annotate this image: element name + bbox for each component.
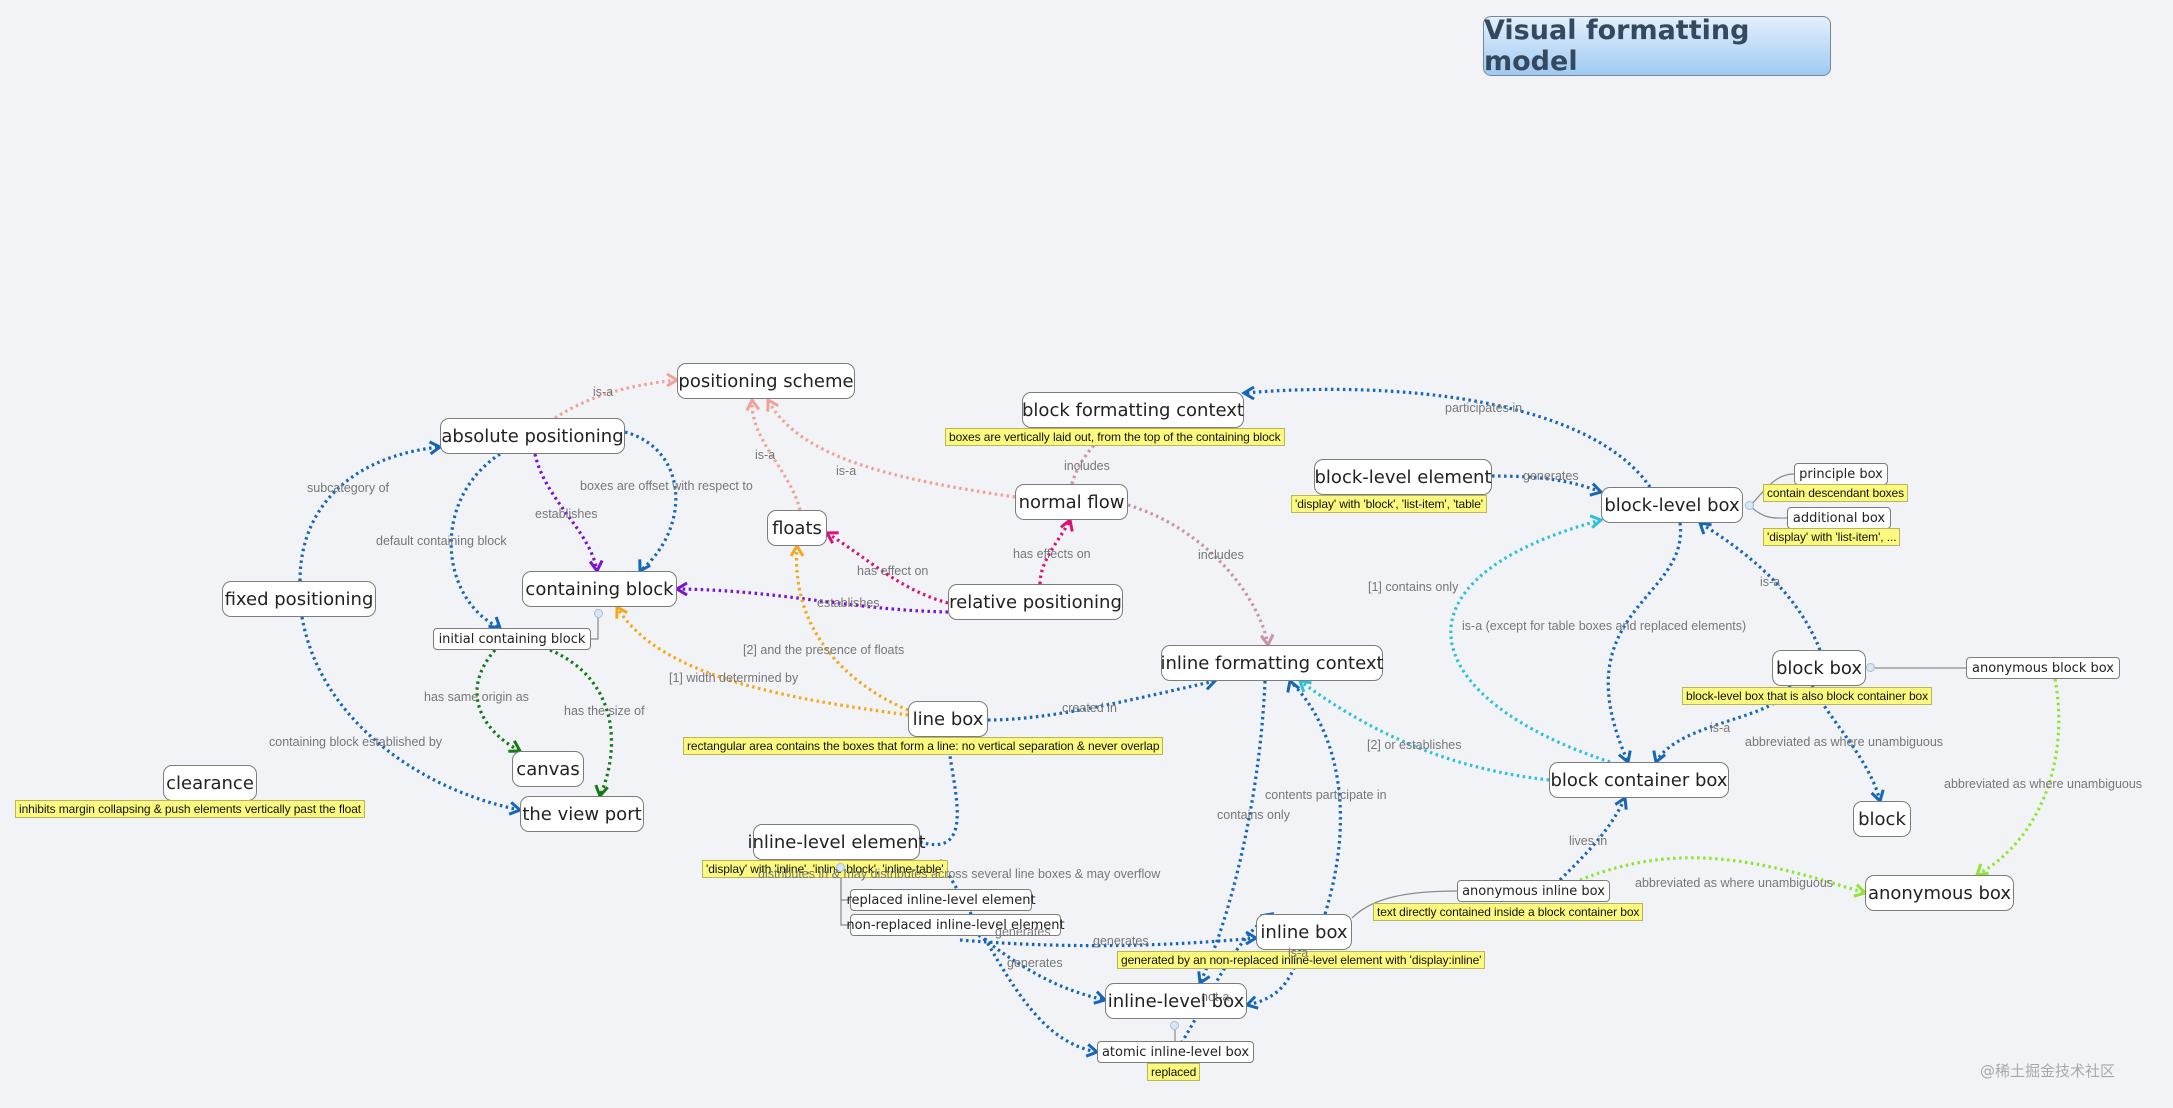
node-floats[interactable]: floats [767, 510, 827, 546]
collapse-toggle-block-box[interactable] [1866, 663, 1875, 672]
node-inline-formatting-context[interactable]: inline formatting context [1160, 645, 1384, 681]
edge-label-abbreviated-anonymous: abbreviated as where unambiguous [1944, 777, 2143, 791]
node-initial-containing-block[interactable]: initial containing block [433, 628, 591, 650]
edge-label-created-in: created in [1062, 701, 1117, 715]
node-block-level-element[interactable]: block-level element [1314, 459, 1492, 495]
node-normal-flow[interactable]: normal flow [1015, 484, 1128, 520]
edge-label-establishes: establishes [817, 596, 880, 610]
edge-fixed-subcategory-abs[interactable] [298, 445, 441, 582]
edge-abs-isa-positioning[interactable] [554, 378, 678, 420]
edge-label-width-determined-by: [1] width determined by [669, 671, 799, 685]
edge-label-offset-with-respect-to: boxes are offset with respect to [580, 479, 753, 493]
edge-label-generates: generates [995, 925, 1051, 939]
node-inline-level-element[interactable]: inline-level element [747, 824, 926, 860]
edge-label-is-a: is-a [593, 385, 614, 399]
edge-linebox-width-cb[interactable] [615, 606, 909, 717]
node-inline-box[interactable]: inline box [1256, 914, 1352, 950]
edge-label-is-a: is-a [1710, 721, 1731, 735]
node-relative-positioning[interactable]: relative positioning [948, 584, 1123, 620]
note-block-formatting-context: boxes are vertically laid out, from the … [945, 428, 1285, 446]
node-block-level-box[interactable]: block-level box [1601, 487, 1743, 523]
edge-label-participates-in: participates in [1445, 401, 1523, 415]
edge-label-includes: includes [1198, 548, 1244, 562]
edge-normal-includes-ifc[interactable] [1127, 503, 1270, 646]
note-block-box: block-level box that is also block conta… [1682, 687, 1932, 705]
node-containing-block[interactable]: containing block [522, 571, 677, 607]
edge-bcb-contains-blb[interactable] [1449, 518, 1611, 764]
edge-normal-isa-ps[interactable] [766, 399, 1016, 499]
node-block-container-box[interactable]: block container box [1549, 762, 1729, 798]
node-absolute-positioning[interactable]: absolute positioning [440, 418, 625, 454]
mind-map-canvas[interactable]: Visual formatting model positioning sche… [0, 0, 2173, 1108]
node-block[interactable]: block [1853, 801, 1911, 837]
node-fixed-positioning[interactable]: fixed positioning [222, 581, 376, 617]
edge-label-is-a-except: is-a (except for table boxes and replace… [1462, 619, 1747, 633]
edge-label-is-a: is-a [836, 464, 857, 478]
collapse-toggle-block-level-box[interactable] [1745, 501, 1754, 510]
edge-label-contains-only: [1] contains only [1368, 580, 1459, 594]
edge-normal-isa-ps-arrowhead-icon [766, 397, 779, 412]
edge-label-is-a: is-a [755, 448, 776, 462]
collapse-toggle-inline-level-box[interactable] [1170, 1021, 1179, 1030]
edge-label-has-effect-on: has effect on [857, 564, 929, 578]
note-atomic-inline-level-box: replaced [1147, 1063, 1201, 1081]
node-replaced-inline-level-element[interactable]: replaced inline-level element [846, 889, 1036, 911]
edge-label-same-origin-as: has same origin as [424, 690, 529, 704]
edge-label-size-of: has the size of [564, 704, 645, 718]
node-anonymous-box[interactable]: anonymous box [1865, 875, 2014, 911]
edge-label-establishes: establishes [535, 507, 598, 521]
note-anonymous-inline-box: text directly contained inside a block c… [1373, 903, 1644, 921]
edge-floats-isa-ps-arrowhead-icon [745, 397, 761, 412]
edge-label-contents-participate-in: contents participate in [1265, 788, 1387, 802]
edge-label-not-a: not-a [1201, 990, 1230, 1004]
edge-abs-offset-cb[interactable] [624, 430, 678, 573]
edge-label-or-establishes: [2] or establishes [1367, 738, 1462, 752]
edge-label-lives-in: lives in [1569, 834, 1608, 848]
node-positioning-scheme[interactable]: positioning scheme [677, 363, 855, 399]
edge-blb-isa-bcb[interactable] [1606, 522, 1683, 763]
collapse-toggle-containing-block[interactable] [594, 609, 603, 618]
edge-bcb-contains-blb-arrowhead-icon [1589, 514, 1604, 529]
node-canvas[interactable]: canvas [512, 751, 584, 787]
edge-bcb-establishes-ifc[interactable] [1299, 679, 1550, 782]
connector-blb-additional [1749, 505, 1788, 519]
edge-label-presence-of-floats: [2] and the presence of floats [743, 643, 905, 657]
node-principle-box[interactable]: principle box [1794, 463, 1888, 485]
edge-label-default-containing-block: default containing block [376, 534, 507, 548]
edge-rel-establishes-cb[interactable] [676, 587, 949, 614]
edge-label-subcategory-of: subcategory of [307, 481, 389, 495]
node-clearance[interactable]: clearance [163, 765, 257, 801]
edge-label-generates: generates [1523, 469, 1579, 483]
edge-label-is-a: is-a [1288, 946, 1309, 960]
note-principle-box: contain descendant boxes [1763, 484, 1909, 502]
node-the-view-port[interactable]: the view port [520, 796, 644, 832]
node-block-formatting-context[interactable]: block formatting context [1022, 392, 1244, 428]
edge-label-containing-block-established-by: containing block established by [269, 735, 443, 749]
node-block-box[interactable]: block box [1772, 650, 1866, 686]
edge-abs-establishes-cb-arrowhead-icon [588, 559, 604, 574]
edge-label-contains-only: contains only [1217, 808, 1290, 822]
edge-label-distributes: distributes in & may distributes across … [758, 867, 1161, 881]
node-additional-box[interactable]: additional box [1787, 507, 1891, 529]
node-anonymous-block-box[interactable]: anonymous block box [1966, 657, 2120, 679]
edge-label-generates: generates [1093, 934, 1149, 948]
note-additional-box: 'display' with 'list-item', ... [1763, 528, 1901, 546]
node-line-box[interactable]: line box [908, 701, 988, 737]
edge-label-generates: generates [1007, 956, 1063, 970]
note-clearance: inhibits margin collapsing & push elemen… [15, 800, 366, 818]
node-anonymous-inline-box[interactable]: anonymous inline box [1457, 880, 1610, 902]
central-topic-title[interactable]: Visual formatting model [1483, 15, 1831, 77]
note-block-level-element: 'display' with 'block', 'list-item', 'ta… [1291, 495, 1487, 513]
watermark: @稀土掘金技术社区 [1980, 1062, 2116, 1080]
edge-label-includes: includes [1064, 459, 1110, 473]
node-atomic-inline-level-box[interactable]: atomic inline-level box [1097, 1041, 1254, 1063]
edge-label-abbreviated-anonymous-inline: abbreviated as where unambiguous [1635, 876, 1834, 890]
edge-label-abbreviated-block: abbreviated as where unambiguous [1745, 735, 1944, 749]
edge-label-has-effects-on: has effects on [1013, 547, 1091, 561]
edge-label-is-a: is-a [1760, 575, 1781, 589]
note-line-box: rectangular area contains the boxes that… [683, 737, 1164, 755]
edge-rel-establishes-cb-arrowhead-icon [674, 581, 688, 597]
